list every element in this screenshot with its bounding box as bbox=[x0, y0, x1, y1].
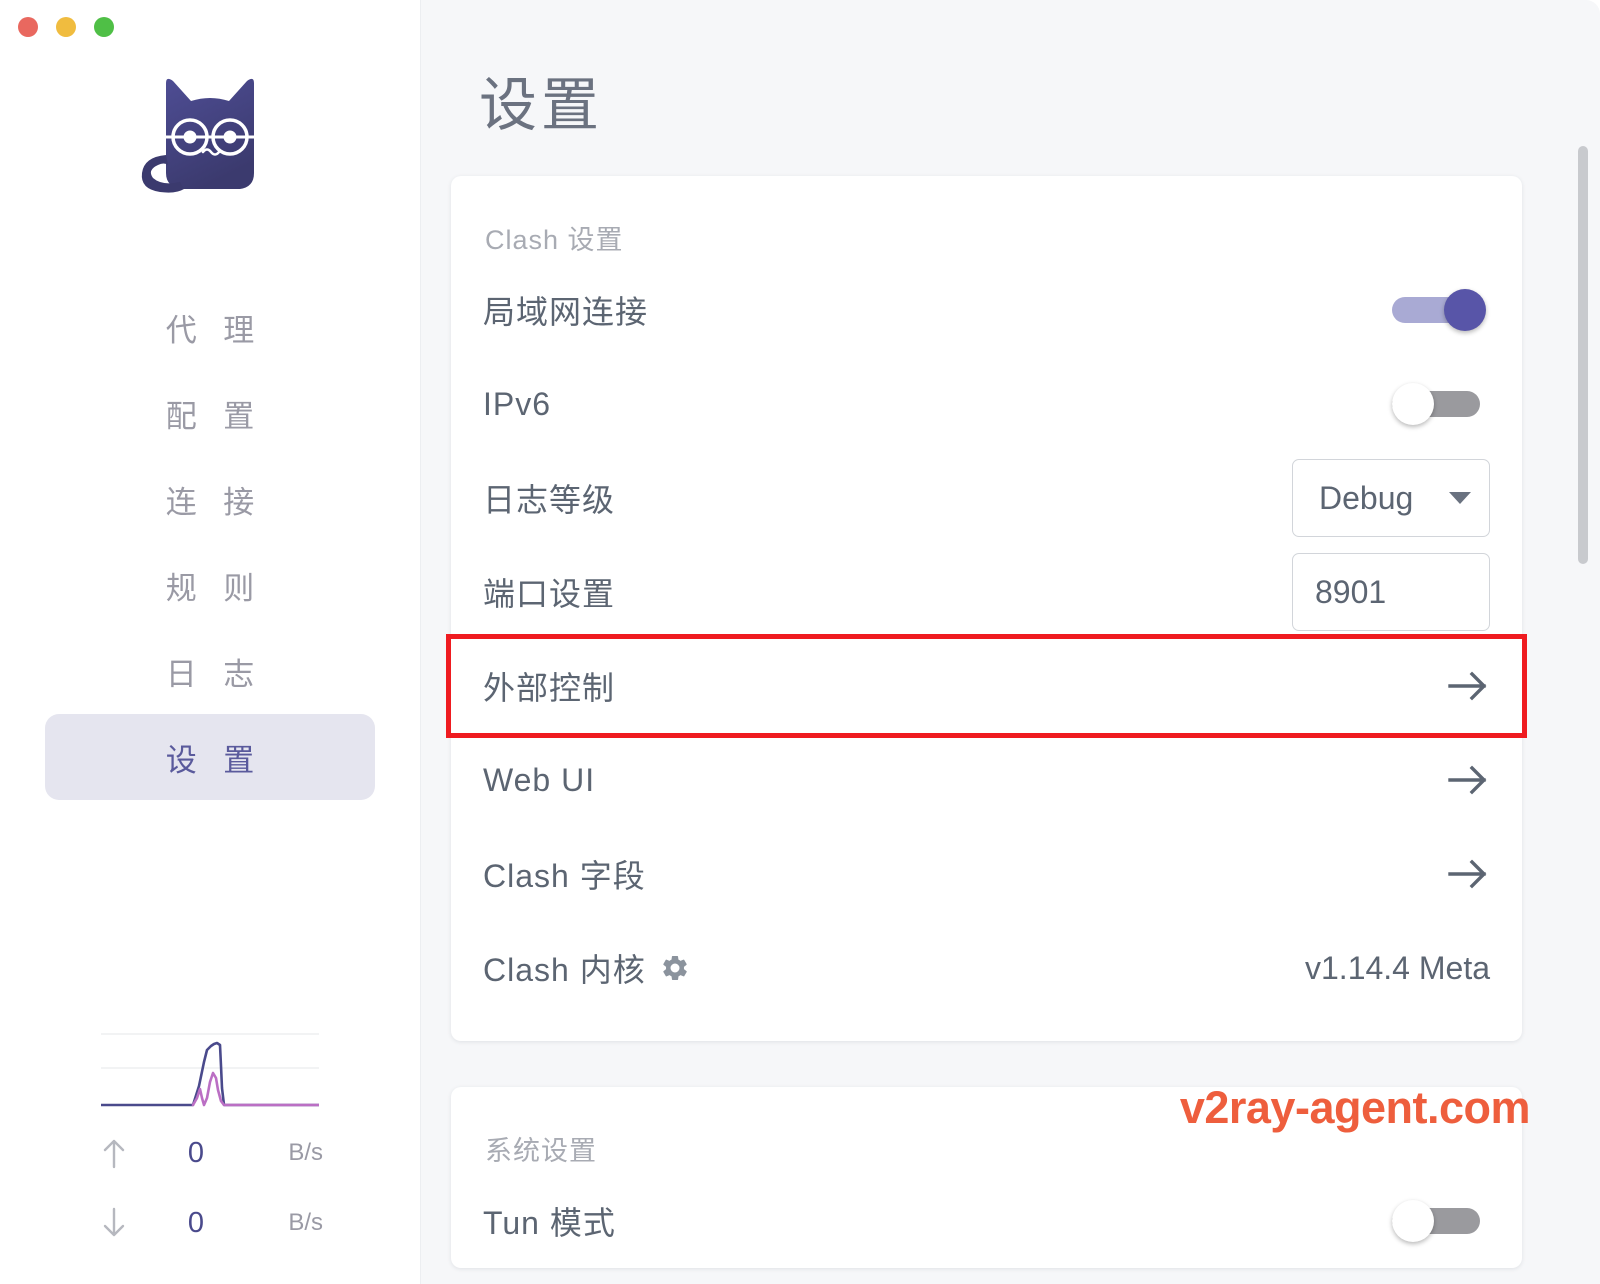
setting-row-port[interactable]: 端口设置 bbox=[483, 545, 1490, 639]
app-logo bbox=[110, 42, 310, 232]
upload-arrow-icon bbox=[97, 1136, 131, 1170]
setting-label: 外部控制 bbox=[483, 670, 616, 706]
download-speed-unit: B/s bbox=[288, 1209, 323, 1236]
clash-core-version: v1.14.4 Meta bbox=[1305, 949, 1490, 986]
sidebar-item-label: 日 志 bbox=[165, 656, 264, 692]
sidebar-item-label: 代 理 bbox=[165, 312, 264, 348]
sidebar-item-label: 连 接 bbox=[165, 484, 264, 520]
setting-label: 日志等级 bbox=[483, 482, 616, 518]
setting-label-wrapper: Clash 内核 bbox=[483, 945, 690, 991]
upload-speed-value: 0 bbox=[187, 1136, 205, 1169]
setting-label: Web UI bbox=[483, 761, 596, 798]
upload-speed-unit: B/s bbox=[288, 1139, 323, 1166]
download-speed-row: 0 B/s bbox=[97, 1188, 323, 1258]
arrow-right-icon[interactable] bbox=[1446, 858, 1490, 890]
port-input[interactable] bbox=[1315, 573, 1467, 611]
minimize-window-button[interactable] bbox=[56, 17, 76, 37]
sidebar: 代 理 配 置 连 接 规 则 日 志 设 置 0 B/s 0 B/s bbox=[0, 0, 421, 1284]
system-settings-card: 系统设置 Tun 模式 bbox=[451, 1087, 1522, 1268]
setting-row-clash-core[interactable]: Clash 内核 v1.14.4 Meta bbox=[483, 921, 1490, 1015]
download-arrow-icon bbox=[97, 1206, 131, 1240]
arrow-up-icon bbox=[103, 1139, 125, 1169]
setting-label: 局域网连接 bbox=[483, 294, 649, 330]
cog-icon bbox=[663, 955, 687, 981]
sidebar-item-label: 配 置 bbox=[165, 398, 264, 434]
sidebar-nav: 代 理 配 置 连 接 规 则 日 志 设 置 bbox=[45, 284, 375, 800]
lan-connection-toggle[interactable] bbox=[1392, 289, 1490, 331]
setting-row-web-ui[interactable]: Web UI bbox=[483, 733, 1490, 827]
setting-label: 端口设置 bbox=[483, 576, 616, 612]
sidebar-item-label: 规 则 bbox=[165, 570, 264, 606]
toggle-thumb bbox=[1392, 1200, 1434, 1242]
sidebar-item-settings[interactable]: 设 置 bbox=[45, 714, 375, 800]
setting-row-clash-fields[interactable]: Clash 字段 bbox=[483, 827, 1490, 921]
port-input-wrapper[interactable] bbox=[1292, 553, 1490, 631]
arrow-right-icon[interactable] bbox=[1446, 670, 1490, 702]
window-controls bbox=[18, 17, 114, 37]
cat-logo-icon bbox=[141, 78, 262, 193]
setting-row-lan-connection[interactable]: 局域网连接 bbox=[483, 263, 1490, 357]
traffic-stats-panel: 0 B/s 0 B/s bbox=[0, 1026, 420, 1258]
card-section-label: Clash 设置 bbox=[485, 225, 624, 255]
maximize-window-button[interactable] bbox=[94, 17, 114, 37]
setting-row-tun-mode[interactable]: Tun 模式 bbox=[483, 1174, 1490, 1268]
sidebar-item-connections[interactable]: 连 接 bbox=[45, 456, 375, 542]
download-speed-value: 0 bbox=[187, 1206, 205, 1239]
sidebar-item-rules[interactable]: 规 则 bbox=[45, 542, 375, 628]
chevron-down-icon bbox=[1449, 492, 1471, 504]
toggle-thumb bbox=[1392, 383, 1434, 425]
sidebar-item-label: 设 置 bbox=[165, 742, 264, 778]
setting-row-ipv6[interactable]: IPv6 bbox=[483, 357, 1490, 451]
setting-row-external-controller[interactable]: 外部控制 bbox=[446, 634, 1527, 738]
sidebar-item-proxy[interactable]: 代 理 bbox=[45, 284, 375, 370]
tun-mode-toggle[interactable] bbox=[1392, 1200, 1490, 1242]
setting-label: Clash 字段 bbox=[483, 858, 646, 894]
sidebar-item-profiles[interactable]: 配 置 bbox=[45, 370, 375, 456]
chevron-right-arrow-icon bbox=[1448, 859, 1487, 889]
app-window: 代 理 配 置 连 接 规 则 日 志 设 置 0 B/s 0 B/s 设置 C… bbox=[0, 0, 1600, 1284]
setting-label: Clash 内核 bbox=[483, 952, 646, 988]
chevron-right-arrow-icon bbox=[1448, 765, 1487, 795]
chevron-right-arrow-icon bbox=[1448, 671, 1487, 701]
arrow-down-icon bbox=[103, 1207, 125, 1237]
arrow-right-icon[interactable] bbox=[1446, 764, 1490, 796]
vertical-scrollbar[interactable] bbox=[1578, 146, 1588, 564]
settings-scroll-area: 设置 Clash 设置 局域网连接 IPv6 日志等级 Debug 端口设置 8… bbox=[421, 0, 1600, 1268]
log-level-select[interactable]: Debug bbox=[1292, 459, 1490, 537]
ipv6-toggle[interactable] bbox=[1392, 383, 1490, 425]
setting-label: IPv6 bbox=[483, 385, 552, 422]
card-section-label: 系统设置 bbox=[485, 1136, 597, 1166]
sparkline-svg bbox=[101, 1033, 319, 1107]
sidebar-item-logs[interactable]: 日 志 bbox=[45, 628, 375, 714]
upload-speed-row: 0 B/s bbox=[97, 1118, 323, 1188]
main-content: 设置 Clash 设置 局域网连接 IPv6 日志等级 Debug 端口设置 8… bbox=[421, 0, 1600, 1284]
log-level-value: Debug bbox=[1319, 479, 1414, 516]
close-window-button[interactable] bbox=[18, 17, 38, 37]
setting-row-log-level[interactable]: 日志等级 Debug bbox=[483, 451, 1490, 545]
page-title: 设置 bbox=[479, 73, 604, 138]
clash-settings-card: Clash 设置 局域网连接 IPv6 日志等级 Debug 端口设置 8901… bbox=[446, 176, 1527, 1041]
toggle-thumb bbox=[1444, 289, 1486, 331]
setting-label: Tun 模式 bbox=[483, 1205, 616, 1241]
gear-icon[interactable] bbox=[660, 953, 690, 983]
traffic-sparkline-chart bbox=[101, 1026, 319, 1118]
